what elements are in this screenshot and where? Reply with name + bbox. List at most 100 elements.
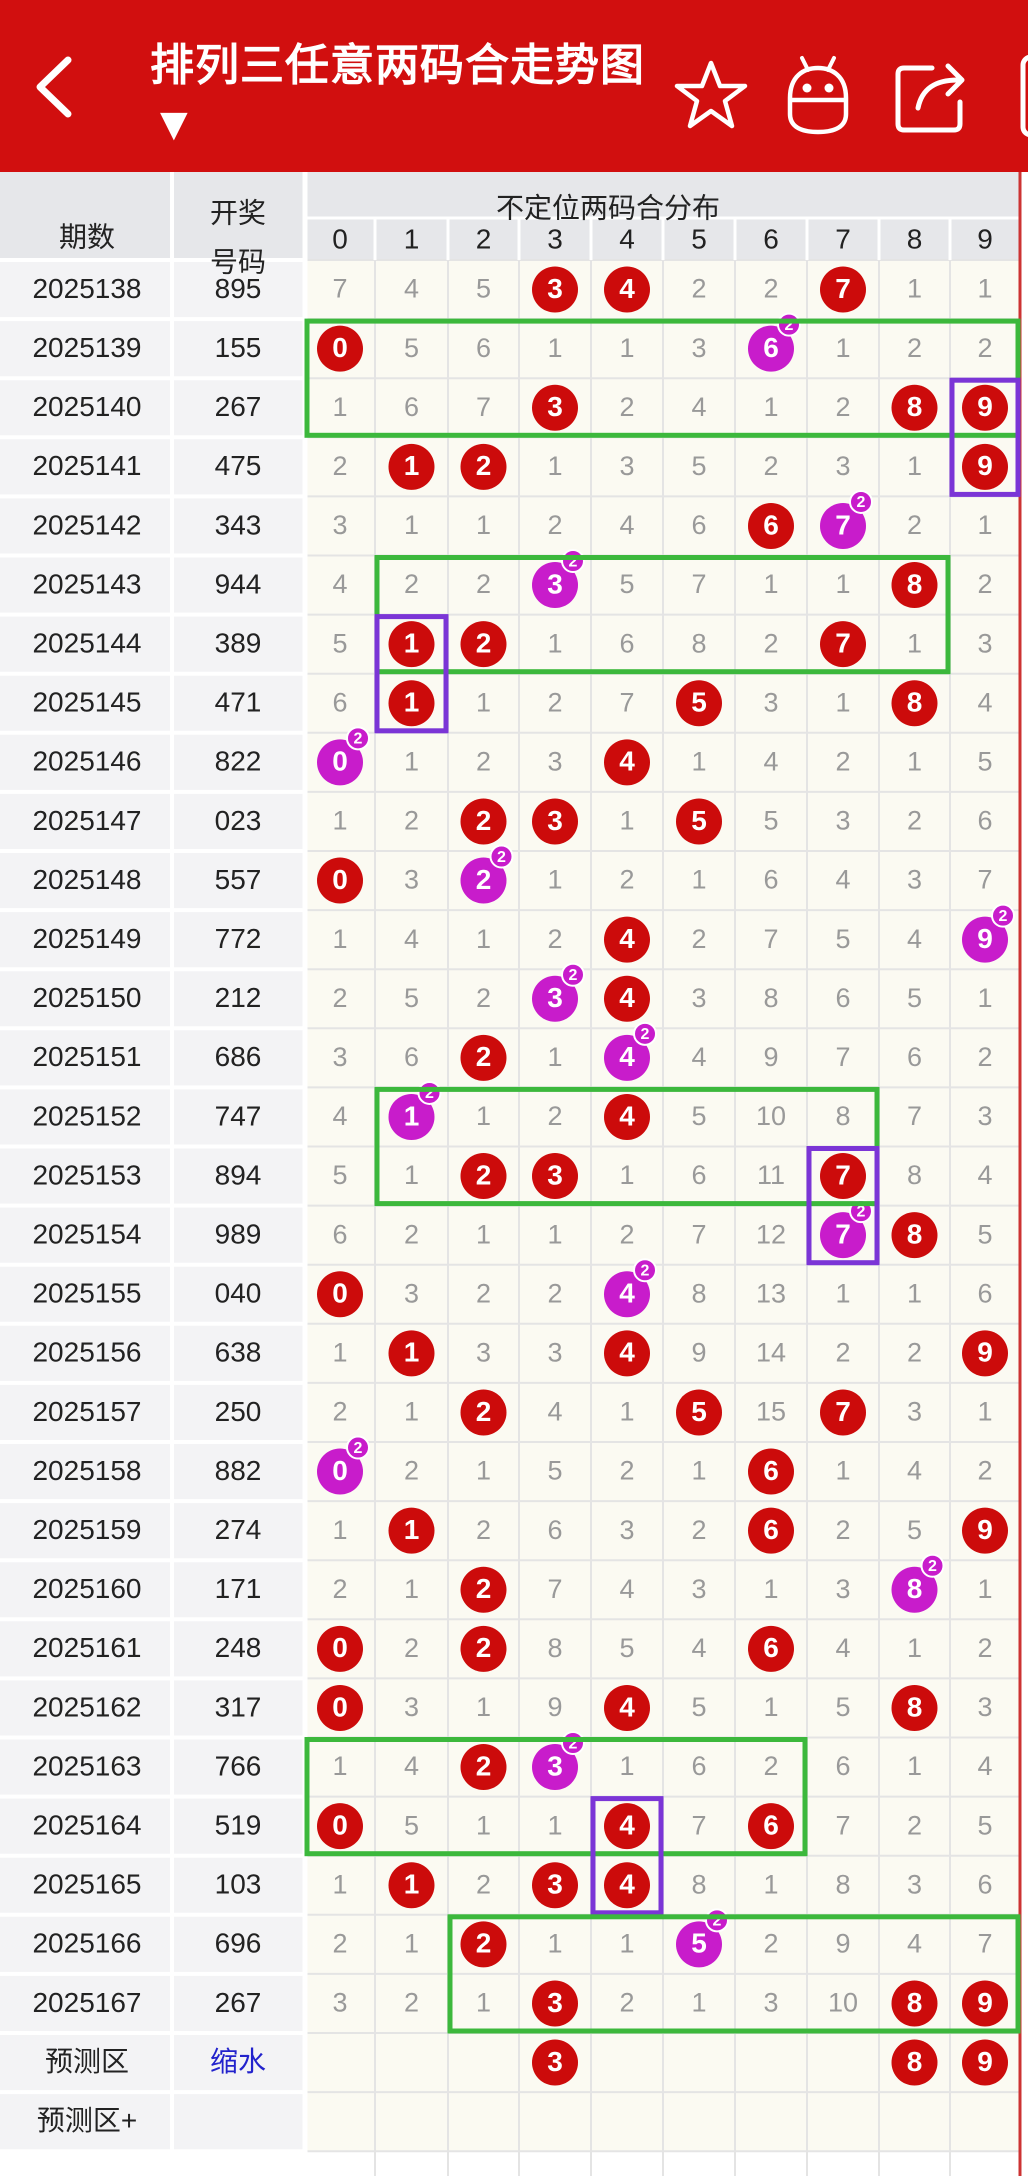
repeat-ball-text: 3: [547, 568, 563, 599]
miss-count: 5: [547, 1456, 562, 1486]
hit-ball-text: 2: [476, 1750, 492, 1781]
period-cell: 2025158: [32, 1455, 141, 1486]
period-cell: 2025157: [32, 1396, 141, 1427]
miss-count: 6: [619, 628, 634, 658]
miss-count: 5: [835, 1692, 850, 1722]
miss-count: 1: [619, 1160, 634, 1190]
draw-number-cell: 212: [215, 982, 262, 1013]
repeat-ball-text: 6: [763, 332, 779, 363]
draw-number-cell: 882: [215, 1455, 262, 1486]
repeat-ball-text: 0: [332, 746, 348, 777]
miss-count: 7: [619, 687, 634, 717]
miss-count: 6: [977, 1278, 992, 1308]
period-cell: 2025145: [32, 687, 141, 718]
star-icon[interactable]: [674, 58, 748, 132]
miss-count: 8: [691, 1869, 706, 1899]
miss-count: 1: [547, 628, 562, 658]
menu-edge-icon[interactable]: [1020, 54, 1028, 138]
share-icon[interactable]: [892, 58, 972, 134]
miss-count: 2: [907, 806, 922, 836]
hit-ball-text: 7: [835, 273, 851, 304]
hit-ball-text: 2: [476, 1928, 492, 1959]
miss-count: 1: [404, 1928, 419, 1958]
miss-count: 3: [691, 1574, 706, 1604]
draw-number-cell: 747: [215, 1100, 262, 1131]
miss-count: 2: [547, 1101, 562, 1131]
miss-count: 4: [977, 687, 992, 717]
miss-count: 2: [404, 1219, 419, 1249]
miss-count: 2: [763, 451, 778, 481]
miss-count: 5: [332, 628, 347, 658]
miss-count: 2: [977, 1042, 992, 1072]
miss-count: 8: [691, 628, 706, 658]
robot-icon[interactable]: [782, 54, 854, 136]
miss-count: 2: [763, 1928, 778, 1958]
miss-count: 1: [763, 1692, 778, 1722]
column-header-draw-line1: 开奖: [210, 197, 266, 228]
miss-count: 4: [907, 1456, 922, 1486]
hit-ball-text: 2: [476, 805, 492, 836]
shrink-link[interactable]: 缩水: [210, 2046, 266, 2077]
miss-count: 3: [404, 865, 419, 895]
miss-count: 2: [691, 1515, 706, 1545]
repeat-ball-text: 0: [332, 1455, 348, 1486]
miss-count: 6: [835, 983, 850, 1013]
digit-header-6: 6: [763, 223, 779, 254]
digit-header-8: 8: [907, 223, 923, 254]
hit-ball-text: 8: [907, 1219, 923, 1250]
title-text: 排列三任意两码合走势图: [150, 40, 645, 91]
miss-count: 3: [404, 1692, 419, 1722]
draw-number-cell: 274: [215, 1514, 262, 1545]
miss-count: 10: [828, 1988, 858, 2018]
miss-count: 2: [332, 1397, 347, 1427]
period-cell: 2025140: [32, 391, 141, 422]
miss-count: 7: [977, 865, 992, 895]
miss-count: 9: [835, 1928, 850, 1958]
period-cell: 2025144: [32, 628, 141, 659]
miss-count: 6: [476, 333, 491, 363]
hit-ball-text: 4: [619, 1810, 635, 1841]
miss-count: 2: [763, 628, 778, 658]
hit-ball-text: 4: [619, 1100, 635, 1131]
period-cell: 2025150: [32, 982, 141, 1013]
hit-ball-text: 7: [835, 1396, 851, 1427]
miss-count: 3: [763, 687, 778, 717]
miss-count: 2: [977, 333, 992, 363]
miss-count: 1: [476, 510, 491, 540]
hit-ball-text: 0: [332, 864, 348, 895]
miss-count: 1: [404, 1160, 419, 1190]
draw-number-cell: 944: [215, 568, 262, 599]
miss-count: 7: [547, 1574, 562, 1604]
hit-ball-text: 1: [404, 1337, 420, 1368]
hit-ball-text: 5: [691, 687, 707, 718]
miss-count: 5: [977, 1219, 992, 1249]
miss-count: 2: [835, 746, 850, 776]
repeat-ball-text: 3: [547, 1750, 563, 1781]
dropdown-arrow-icon[interactable]: ▼: [160, 104, 189, 145]
draw-number-cell: 638: [215, 1337, 262, 1368]
page-title[interactable]: 排列三任意两码合走势图 ▼: [150, 38, 670, 153]
miss-count: 2: [404, 1633, 419, 1663]
back-arrow-icon[interactable]: [28, 52, 84, 122]
draw-number-cell: 519: [215, 1810, 262, 1841]
hit-ball-text: 4: [619, 982, 635, 1013]
repeat-ball-text: 3: [547, 982, 563, 1013]
hit-ball-text: 6: [763, 1632, 779, 1663]
repeat-ball-text: 7: [835, 509, 851, 540]
miss-count: 1: [691, 1988, 706, 2018]
period-cell: 2025153: [32, 1159, 141, 1190]
miss-count: 2: [619, 1456, 634, 1486]
miss-count: 2: [619, 1219, 634, 1249]
miss-count: 5: [835, 924, 850, 954]
miss-count: 1: [907, 628, 922, 658]
draw-number-cell: 389: [215, 628, 262, 659]
hit-ball-text: 9: [977, 1337, 993, 1368]
hit-ball-text: 2: [476, 628, 492, 659]
miss-count: 1: [476, 924, 491, 954]
miss-count: 1: [835, 569, 850, 599]
hit-ball-text: 1: [404, 1514, 420, 1545]
miss-count: 1: [476, 1219, 491, 1249]
miss-count: 3: [977, 1101, 992, 1131]
miss-count: 1: [907, 274, 922, 304]
hit-ball-text: 2: [476, 1041, 492, 1072]
